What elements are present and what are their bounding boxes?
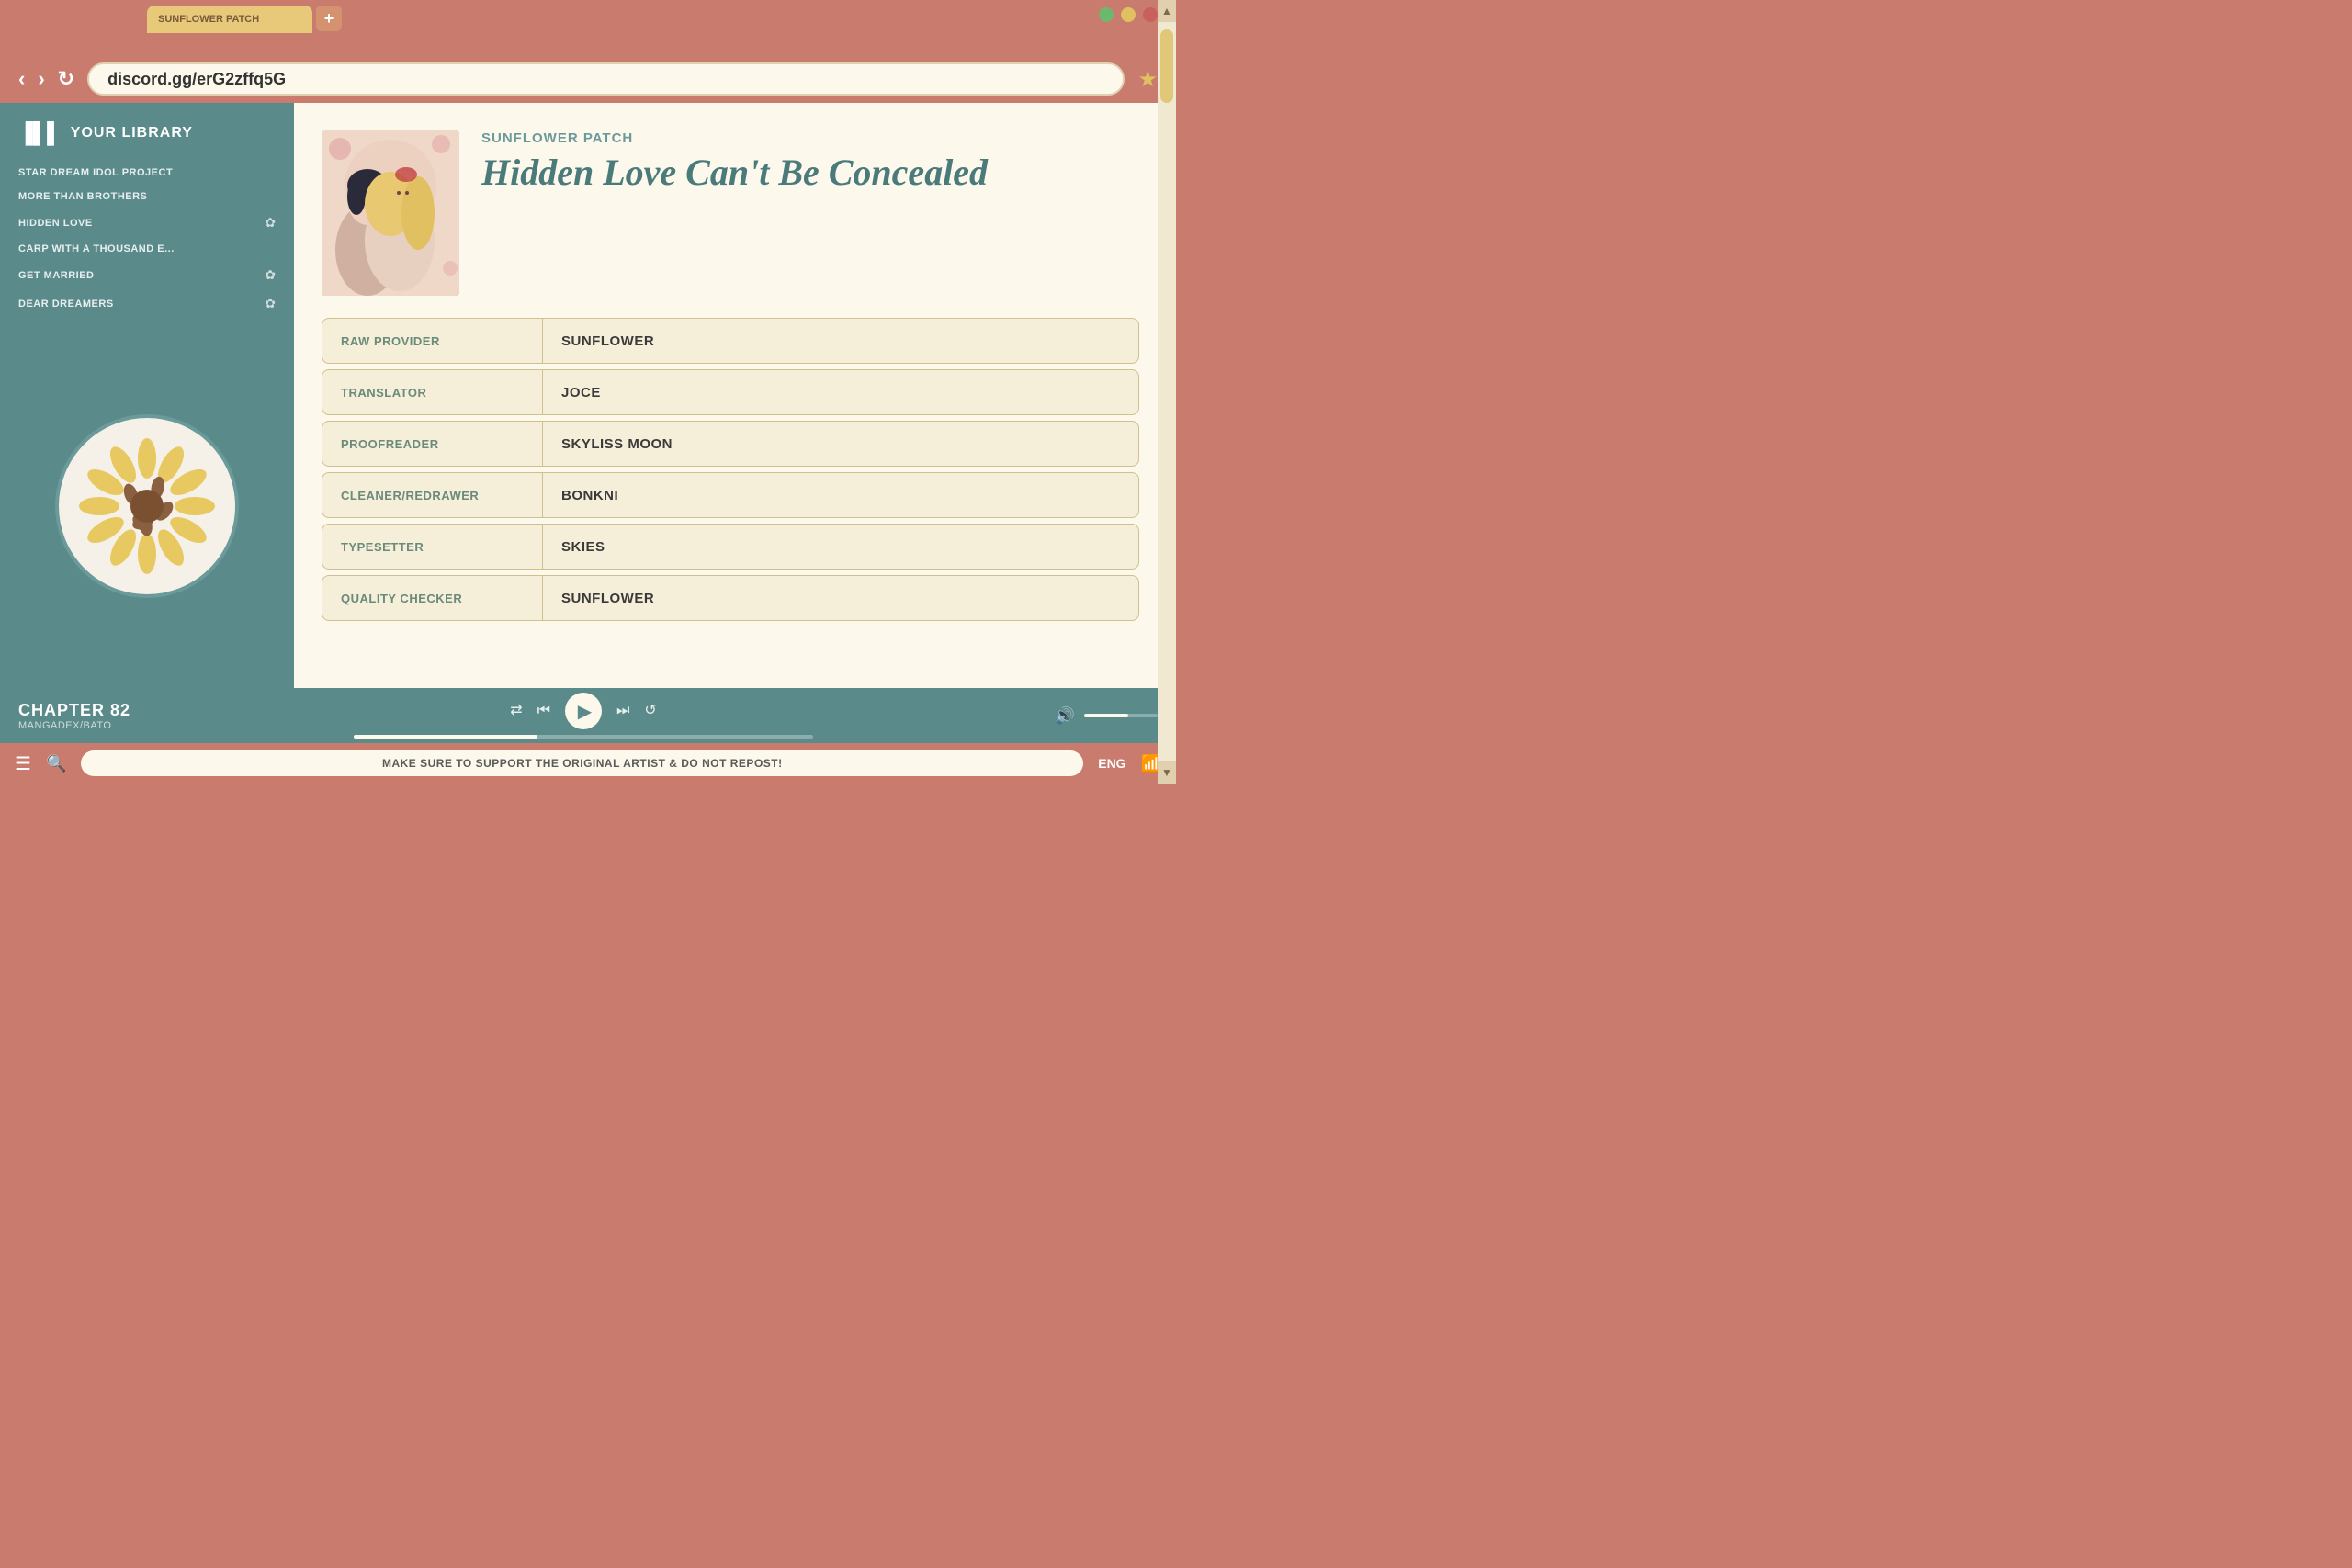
forward-button[interactable]: › xyxy=(38,69,44,89)
volume-icon: 🔊 xyxy=(1055,706,1075,726)
address-bar-row: ‹ › ↻ ★ xyxy=(0,55,1176,103)
flower-icon-3: ✿ xyxy=(265,296,276,311)
sidebar: ▐▌▌ YOUR LIBRARY STAR DREAM IDOL PROJECT… xyxy=(0,103,294,688)
new-tab-button[interactable]: + xyxy=(316,6,342,31)
shuffle-button[interactable]: ⇄ xyxy=(510,704,522,718)
credit-role-raw: RAW PROVIDER xyxy=(322,319,543,363)
volume-fill xyxy=(1084,714,1128,717)
previous-button[interactable]: ⏮ xyxy=(537,704,550,718)
player-controls: ⇄ ⏮ ▶ ⏭ ↺ xyxy=(171,693,996,739)
credit-role-translator: TRANSLATOR xyxy=(322,370,543,414)
manga-info: SUNFLOWER PATCH Hidden Love Can't Be Con… xyxy=(481,130,1139,296)
volume-bar[interactable] xyxy=(1084,714,1158,717)
credit-row-typesetter: TYPESETTER SKIES xyxy=(322,524,1139,570)
scroll-down-button[interactable]: ▼ xyxy=(1158,761,1176,784)
main-content: ▐▌▌ YOUR LIBRARY STAR DREAM IDOL PROJECT… xyxy=(0,103,1176,688)
sidebar-item-label: GET MARRIED xyxy=(18,270,95,281)
credit-role-qc: QUALITY CHECKER xyxy=(322,576,543,620)
bookmark-icon[interactable]: ★ xyxy=(1137,66,1158,93)
repeat-button[interactable]: ↺ xyxy=(644,704,656,718)
volume-control: 🔊 xyxy=(1011,706,1158,726)
window-controls xyxy=(1099,7,1158,22)
reload-button[interactable]: ↻ xyxy=(58,69,74,89)
sunflower-logo xyxy=(55,414,239,598)
browser-chrome: SUNFLOWER PATCH + xyxy=(0,0,1176,55)
manga-cover xyxy=(322,130,459,296)
credit-name-proofreader: SKYLISS MOON xyxy=(543,436,691,452)
status-message: MAKE SURE TO SUPPORT THE ORIGINAL ARTIST… xyxy=(81,750,1083,776)
cover-illustration xyxy=(322,130,459,296)
search-icon[interactable]: 🔍 xyxy=(46,754,66,773)
credit-row-cleaner: CLEANER/REDRAWER BONKNI xyxy=(322,472,1139,518)
credit-name-cleaner: BONKNI xyxy=(543,488,637,503)
status-bar: ☰ 🔍 MAKE SURE TO SUPPORT THE ORIGINAL AR… xyxy=(0,743,1176,784)
sidebar-item-dear-dreamers[interactable]: DEAR DREAMERS ✿ xyxy=(18,292,276,315)
flower-icon-2: ✿ xyxy=(265,267,276,283)
sidebar-item-label: HIDDEN LOVE xyxy=(18,218,93,229)
tab-label: SUNFLOWER PATCH xyxy=(158,14,259,25)
credit-row-qc: QUALITY CHECKER SUNFLOWER xyxy=(322,575,1139,621)
player-bar: CHAPTER 82 MANGADEX/BATO ⇄ ⏮ ▶ ⏭ ↺ 🔊 xyxy=(0,688,1176,743)
player-buttons: ⇄ ⏮ ▶ ⏭ ↺ xyxy=(510,693,657,729)
progress-bar[interactable] xyxy=(354,735,813,739)
active-tab[interactable]: SUNFLOWER PATCH xyxy=(147,6,312,33)
sidebar-item-more-than-brothers[interactable]: MORE THAN BROTHERS xyxy=(18,187,276,206)
credit-row-translator: TRANSLATOR JOCE xyxy=(322,369,1139,415)
credit-name-raw: SUNFLOWER xyxy=(543,333,673,349)
credits-table: RAW PROVIDER SUNFLOWER TRANSLATOR JOCE P… xyxy=(322,318,1139,621)
sidebar-item-hidden-love[interactable]: HIDDEN LOVE ✿ xyxy=(18,211,276,234)
address-input[interactable] xyxy=(87,62,1125,96)
sidebar-item-carp[interactable]: CARP WITH A THOUSAND E... xyxy=(18,240,276,258)
sunflower-container xyxy=(0,324,294,688)
credit-row-proofreader: PROOFREADER SKYLISS MOON xyxy=(322,421,1139,467)
credit-role-typesetter: TYPESETTER xyxy=(322,525,543,569)
menu-icon[interactable]: ☰ xyxy=(15,752,31,775)
play-button[interactable]: ▶ xyxy=(565,693,602,729)
tab-bar: SUNFLOWER PATCH + xyxy=(0,0,1176,33)
scroll-thumb[interactable] xyxy=(1160,29,1173,103)
player-chapter-info: CHAPTER 82 MANGADEX/BATO xyxy=(18,701,156,731)
sidebar-title: YOUR LIBRARY xyxy=(71,125,193,141)
manga-publisher: SUNFLOWER PATCH xyxy=(481,130,1139,146)
minimize-button[interactable] xyxy=(1121,7,1136,22)
manga-cover-art xyxy=(322,130,459,296)
credit-name-typesetter: SKIES xyxy=(543,539,624,555)
play-icon: ▶ xyxy=(578,700,592,723)
credit-name-translator: JOCE xyxy=(543,385,619,400)
sidebar-item-label: MORE THAN BROTHERS xyxy=(18,191,147,202)
sidebar-item-get-married[interactable]: GET MARRIED ✿ xyxy=(18,264,276,287)
progress-fill xyxy=(354,735,537,739)
sidebar-item-label: STAR DREAM IDOL PROJECT xyxy=(18,167,173,178)
manga-header: SUNFLOWER PATCH Hidden Love Can't Be Con… xyxy=(322,130,1139,296)
library-icon: ▐▌▌ xyxy=(18,121,62,145)
sidebar-list: STAR DREAM IDOL PROJECT MORE THAN BROTHE… xyxy=(0,154,294,324)
credit-role-proofreader: PROOFREADER xyxy=(322,422,543,466)
sidebar-header: ▐▌▌ YOUR LIBRARY xyxy=(0,103,294,154)
scroll-up-button[interactable]: ▲ xyxy=(1158,0,1176,22)
sidebar-item-star-dream[interactable]: STAR DREAM IDOL PROJECT xyxy=(18,164,276,182)
next-button[interactable]: ⏭ xyxy=(616,704,629,718)
sidebar-item-label: DEAR DREAMERS xyxy=(18,299,114,310)
credit-name-qc: SUNFLOWER xyxy=(543,591,673,606)
credit-role-cleaner: CLEANER/REDRAWER xyxy=(322,473,543,517)
chapter-number: CHAPTER 82 xyxy=(18,701,156,720)
scrollbar[interactable]: ▲ ▼ xyxy=(1158,0,1176,784)
sunflower-svg xyxy=(74,433,220,580)
flower-icon: ✿ xyxy=(265,215,276,231)
content-area: SUNFLOWER PATCH Hidden Love Can't Be Con… xyxy=(294,103,1176,688)
maximize-button[interactable] xyxy=(1099,7,1114,22)
credit-row-raw: RAW PROVIDER SUNFLOWER xyxy=(322,318,1139,364)
sidebar-item-label: CARP WITH A THOUSAND E... xyxy=(18,243,175,254)
language-label: ENG xyxy=(1098,756,1125,771)
chapter-source: MANGADEX/BATO xyxy=(18,720,156,731)
back-button[interactable]: ‹ xyxy=(18,69,25,89)
manga-title: Hidden Love Can't Be Concealed xyxy=(481,152,1139,194)
close-button[interactable] xyxy=(1143,7,1158,22)
